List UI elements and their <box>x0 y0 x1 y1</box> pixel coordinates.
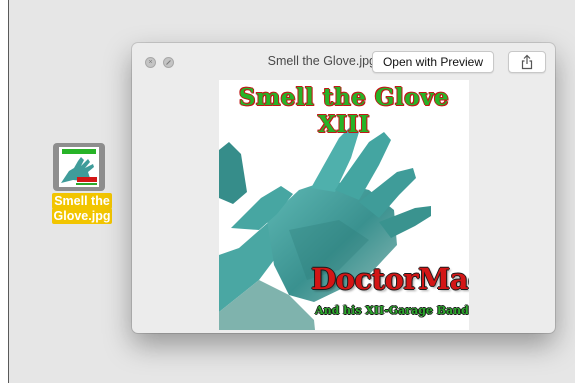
close-icon[interactable]: × <box>145 57 156 68</box>
share-icon <box>521 54 533 70</box>
share-button[interactable] <box>508 51 546 73</box>
open-with-preview-button[interactable]: Open with Preview <box>372 51 494 73</box>
quicklook-window: × Smell the Glove.jpg Open with Preview <box>132 43 555 333</box>
file-name-line-1: Smell the <box>52 193 112 209</box>
cover-subtitle-text: And his XII-Garage Band <box>315 304 469 317</box>
cover-artist-text: DoctorMac <box>311 262 469 296</box>
fullscreen-icon[interactable] <box>163 57 174 68</box>
file-thumbnail <box>59 147 99 187</box>
cover-title-text: Smell the Glove XIII <box>238 84 450 138</box>
file-name-line-2: Glove.jpg <box>51 208 113 224</box>
image-preview: Smell the Glove XIII DoctorMac And his X… <box>219 80 469 330</box>
file-name-label[interactable]: Smell the Glove.jpg <box>43 193 121 224</box>
file-icon[interactable] <box>53 143 105 191</box>
desktop: Smell the Glove.jpg × Smell the Glove.jp… <box>8 0 575 383</box>
window-title: Smell the Glove.jpg <box>267 54 376 68</box>
